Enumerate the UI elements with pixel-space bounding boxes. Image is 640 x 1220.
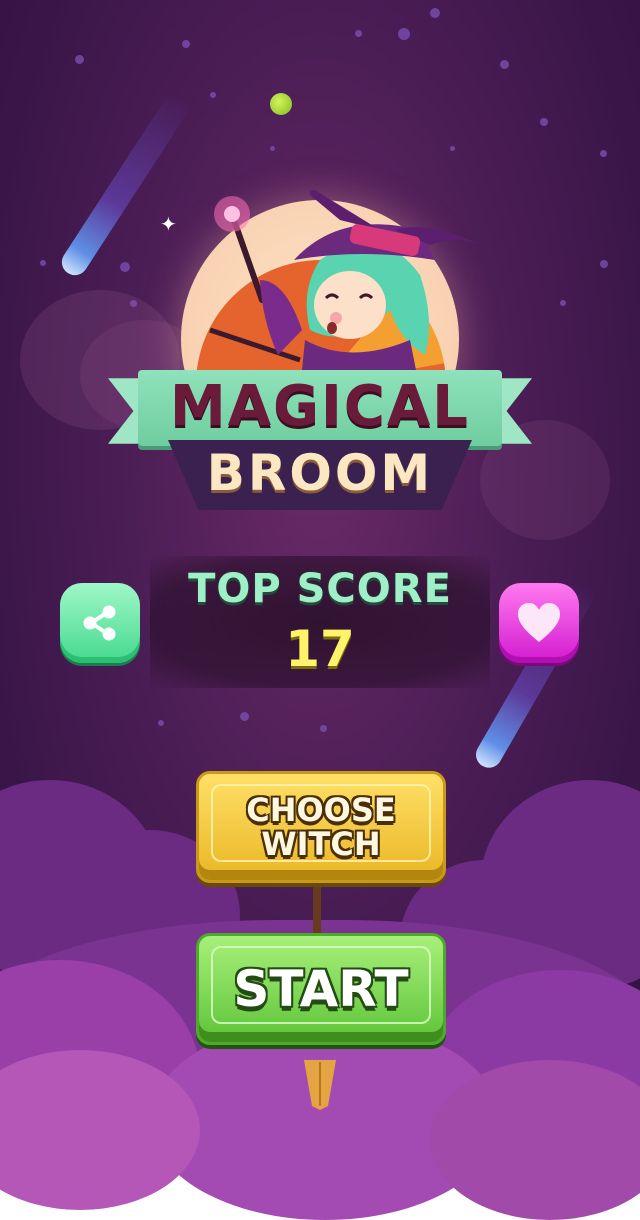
heart-icon (518, 603, 560, 642)
sign-pole (313, 880, 321, 936)
game-title-line2: BROOM (206, 444, 434, 502)
start-button[interactable]: START (196, 933, 446, 1045)
top-score-label: TOP SCORE (188, 566, 452, 612)
choose-witch-button[interactable]: CHOOSE WITCH (196, 771, 446, 883)
like-button[interactable] (499, 583, 579, 663)
sparkle-icon: ✦ (160, 212, 177, 236)
choose-witch-label: CHOOSE WITCH (246, 791, 396, 863)
green-planet (270, 93, 292, 115)
broom-bristles (304, 1060, 336, 1110)
top-score-value: 17 (285, 620, 355, 678)
share-icon (83, 605, 116, 641)
share-button[interactable] (60, 583, 140, 663)
game-title-line1: MAGICAL (170, 374, 470, 439)
witch-character (209, 190, 480, 390)
start-label: START (233, 960, 409, 1018)
